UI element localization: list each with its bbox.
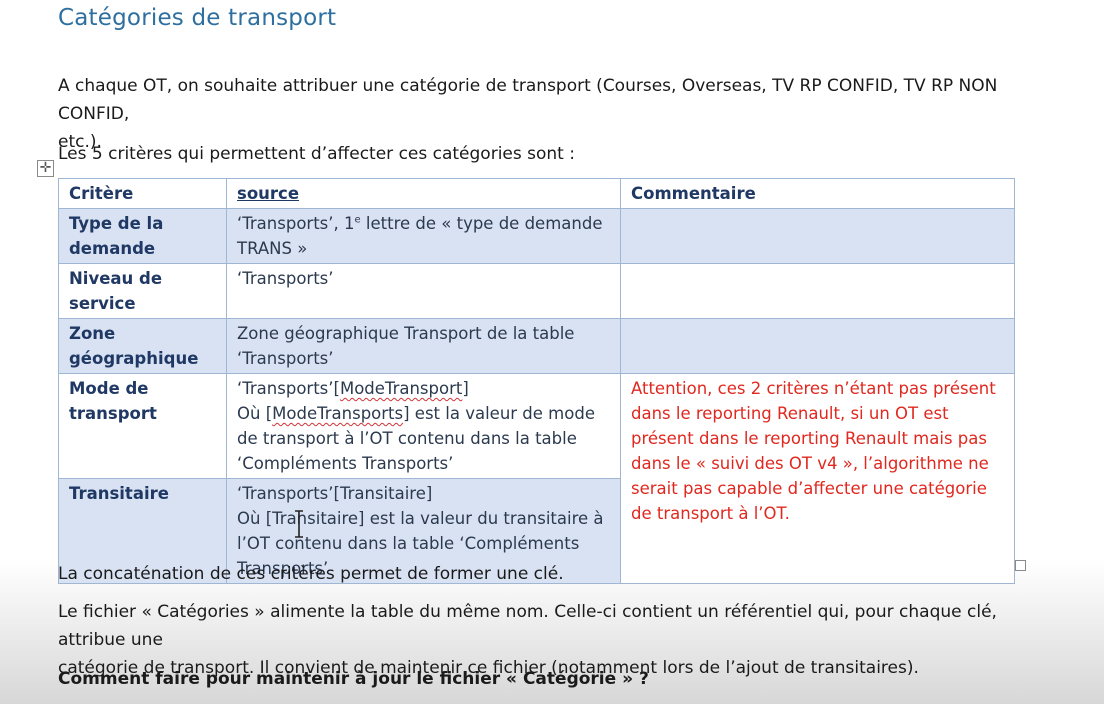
question-heading: Comment faire pour maintenir à jour le f…	[58, 669, 649, 689]
fichier-line-1: Le fichier « Catégories » alimente la ta…	[58, 602, 997, 650]
table-row: Mode de transport ‘Transports’[ModeTrans…	[58, 373, 1015, 584]
source-cell: ‘Transports’[ModeTransport] Où [ModeTran…	[226, 373, 621, 479]
text-cursor-ibeam-icon	[295, 510, 303, 538]
criteria-intro: Les 5 critères qui permettent d’affecter…	[58, 144, 575, 164]
comment-cell	[620, 208, 1015, 264]
table-header-row: Critère source Commentaire	[58, 178, 1015, 209]
source-cell: ‘Transports’, 1e lettre de « type de dem…	[226, 208, 621, 264]
critere-cell: Zone géographique	[58, 318, 227, 374]
table-move-handle-icon[interactable]: ✛	[37, 160, 54, 177]
table-row: Zone géographique Zone géographique Tran…	[58, 318, 1015, 374]
comment-cell	[620, 318, 1015, 374]
header-source: source	[226, 178, 621, 209]
comment-cell	[620, 263, 1015, 319]
header-commentaire: Commentaire	[620, 178, 1015, 209]
source-cell: ‘Transports’	[226, 263, 621, 319]
table-row: Type de la demande ‘Transports’, 1e lett…	[58, 208, 1015, 264]
merged-comment-cell: Attention, ces 2 critères n’étant pas pr…	[620, 373, 1015, 584]
source-cell: Zone géographique Transport de la table …	[226, 318, 621, 374]
intro-line-1: A chaque OT, on souhaite attribuer une c…	[58, 76, 998, 124]
critere-cell: Mode de transport	[58, 373, 227, 479]
critere-cell: Type de la demande	[58, 208, 227, 264]
critere-cell: Niveau de service	[58, 263, 227, 319]
header-critere: Critère	[58, 178, 227, 209]
concat-paragraph: La concaténation de ces critères permet …	[58, 564, 564, 584]
criteria-table: Critère source Commentaire Type de la de…	[58, 178, 1015, 584]
table-row: Niveau de service ‘Transports’	[58, 263, 1015, 319]
section-heading: Catégories de transport	[58, 5, 337, 31]
